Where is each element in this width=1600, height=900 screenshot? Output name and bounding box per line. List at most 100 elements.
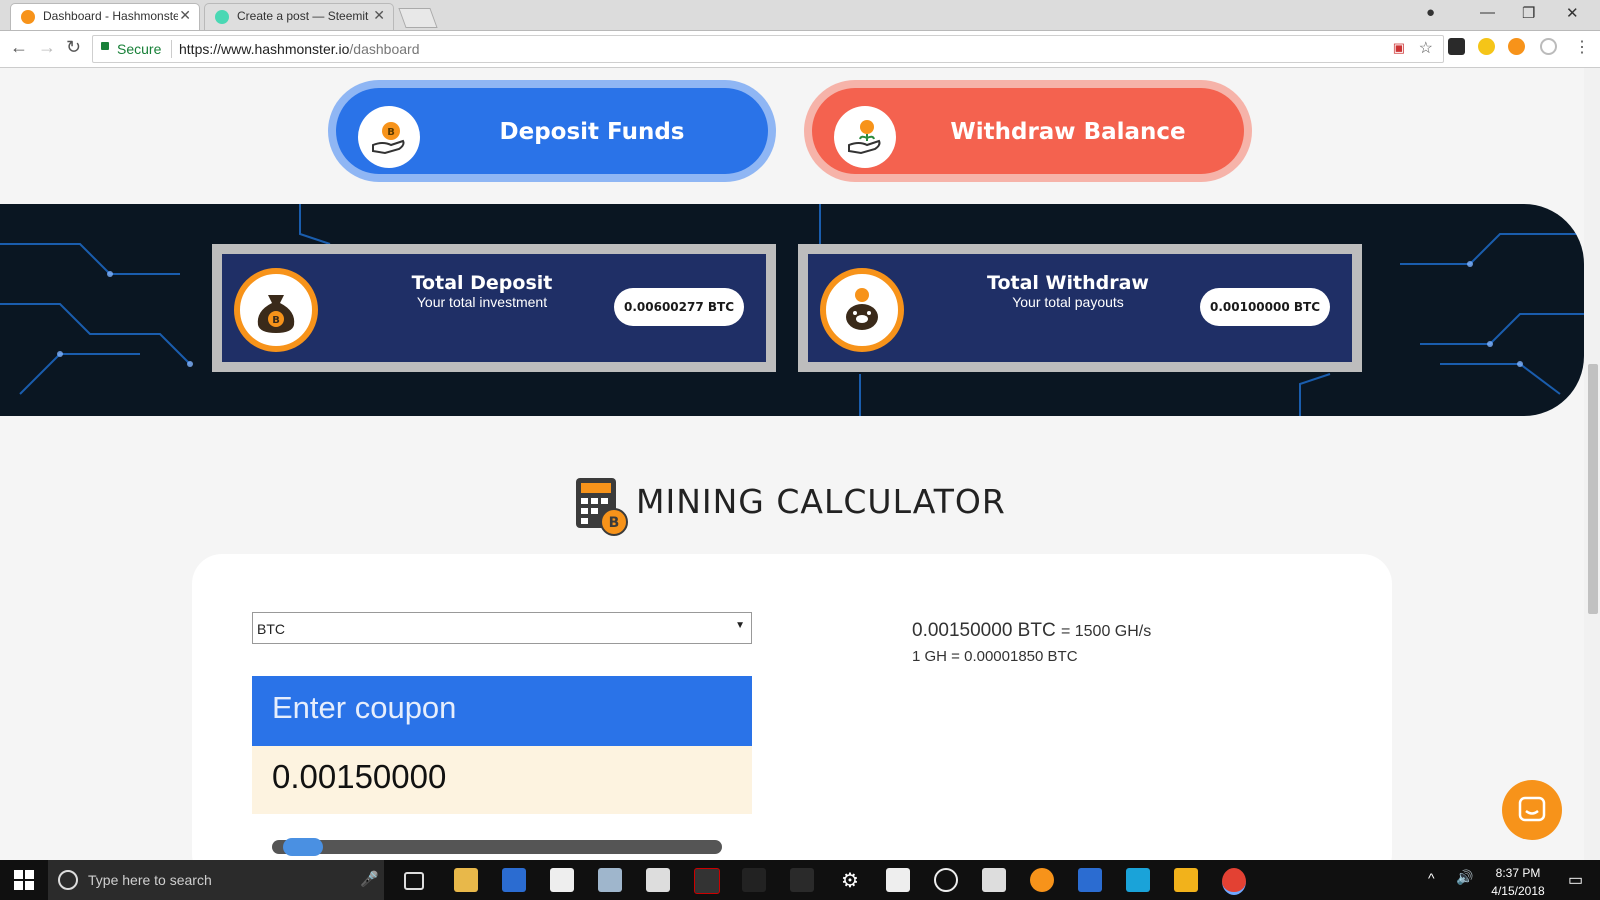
hashpower-slider[interactable] [272,838,722,856]
menu-kebab-icon[interactable]: ⋮ [1574,37,1590,57]
store-icon[interactable] [502,868,526,892]
extension-coin-icon[interactable] [1508,38,1525,55]
new-tab-button[interactable] [398,8,438,28]
calculator-app-icon[interactable] [886,868,910,892]
amount-input[interactable]: 0.00150000 [252,746,752,814]
close-window-icon[interactable]: ✕ [1566,4,1579,22]
url-host: https://www.hashmonster.io [179,41,350,57]
app-hand-icon[interactable] [982,868,1006,892]
slider-handle[interactable] [282,838,323,856]
app-s-icon[interactable] [934,868,958,892]
extension-circle-icon[interactable] [1540,38,1557,55]
card-body: Total Withdraw Your total payouts 0.0010… [808,254,1352,362]
card-subtitle: Your total payouts [1012,294,1124,310]
page-scrollbar[interactable] [1584,68,1600,860]
address-bar[interactable]: Secure https://www.hashmonster.io/dashbo… [92,35,1444,63]
app-stream-icon[interactable] [1174,868,1198,892]
tab-strip: Dashboard - Hashmonster ✕ Create a post … [0,0,1600,31]
chat-launcher-button[interactable] [1502,780,1562,840]
btc-app-icon[interactable] [1126,868,1150,892]
app-photos-icon[interactable] [598,868,622,892]
bookmark-star-icon[interactable]: ☆ [1419,38,1433,58]
windows-taskbar: Type here to search 🎤 ⚙ ^ 🔊 8:37 PM 4/15… [0,860,1600,900]
browser-toolbar: ← → ↻ Secure https://www.hashmonster.io/… [0,31,1600,68]
total-deposit-value: 0.00600277 BTC [614,288,744,326]
withdraw-button-body: Withdraw Balance [812,88,1244,174]
dashboard-page: B Deposit Funds Withdraw Balance B Total… [0,68,1584,860]
minimize-icon[interactable]: — [1480,4,1495,21]
total-withdraw-card: Total Withdraw Your total payouts 0.0010… [798,244,1362,372]
app-dice-icon[interactable] [694,868,720,894]
bitcoin-app-icon[interactable] [1030,868,1054,892]
card-body: B Total Deposit Your total investment 0.… [222,254,766,362]
steemit-favicon-icon [215,10,229,24]
total-deposit-card: B Total Deposit Your total investment 0.… [212,244,776,372]
svg-text:B: B [272,315,280,326]
chrome-icon[interactable] [1222,868,1246,895]
notifications-icon[interactable]: ▭ [1568,870,1583,890]
clock-date: 4/15/2018 [1491,884,1545,898]
settings-gear-icon[interactable]: ⚙ [838,868,862,892]
file-explorer-icon[interactable] [454,868,478,892]
hashmonster-favicon-icon [21,10,35,24]
secure-label: Secure [117,41,162,57]
stats-banner: B Total Deposit Your total investment 0.… [0,204,1584,416]
profile-icon[interactable]: ● [1426,4,1435,21]
chat-icon [1518,796,1546,822]
close-tab-icon[interactable]: ✕ [179,7,191,24]
volume-icon[interactable]: 🔊 [1456,869,1473,886]
deposit-hand-coin-icon: B [358,106,420,168]
close-tab-icon[interactable]: ✕ [373,7,385,24]
show-hidden-icons-icon[interactable]: ^ [1428,870,1435,886]
app-icon[interactable] [646,868,670,892]
piggy-bank-icon [820,268,904,352]
coupon-placeholder: Enter coupon [272,690,457,725]
back-icon[interactable]: ← [10,37,28,58]
task-view-icon[interactable] [404,872,424,890]
blocked-popup-icon[interactable]: ▣ [1393,40,1405,56]
clock[interactable]: 8:37 PM 4/15/2018 [1486,866,1550,898]
withdraw-label: Withdraw Balance [950,119,1186,145]
rate-hashpower: = 1500 GH/s [1060,623,1152,640]
app-plane-icon[interactable] [790,868,814,892]
tab-steemit[interactable]: Create a post — Steemit ✕ [204,3,394,30]
url-path: /dashboard [349,41,420,57]
rate-summary: 0.00150000 BTC = 1500 GH/s [912,620,1151,642]
total-withdraw-value: 0.00100000 BTC [1200,288,1330,326]
search-placeholder: Type here to search [88,872,212,888]
money-bag-icon: B [234,268,318,352]
card-title: Total Deposit [411,272,553,294]
extension-checkbox-icon[interactable] [1448,38,1465,55]
lock-icon [101,42,109,50]
microphone-icon[interactable]: 🎤 [360,870,379,888]
coupon-input[interactable]: Enter coupon [252,676,752,746]
amount-value: 0.00150000 [272,758,447,795]
deposit-button-body: B Deposit Funds [336,88,768,174]
tab-dashboard[interactable]: Dashboard - Hashmonster ✕ [10,3,200,30]
app-window-icon[interactable] [1078,868,1102,892]
app-ldk-icon[interactable] [742,868,766,892]
calculator-panel: BTC ▼ Enter coupon 0.00150000 0.00150000… [192,554,1392,860]
tab-title: Dashboard - Hashmonster [43,9,178,23]
currency-select[interactable]: BTC ▼ [252,612,752,644]
mail-icon[interactable] [550,868,574,892]
card-subtitle: Your total investment [416,294,548,310]
tab-title: Create a post — Steemit [237,9,369,23]
forward-icon[interactable]: → [38,37,56,58]
deposit-label: Deposit Funds [499,119,685,145]
extension-search-icon[interactable] [1478,38,1495,55]
deposit-funds-button[interactable]: B Deposit Funds [328,80,776,182]
taskbar-search[interactable]: Type here to search 🎤 [48,860,384,900]
svg-text:B: B [609,515,620,531]
restore-icon[interactable]: ❐ [1522,4,1535,22]
calculator-title: MINING CALCULATOR [636,482,1006,521]
scrollbar-thumb[interactable] [1588,364,1598,614]
reload-icon[interactable]: ↻ [66,37,81,58]
windows-start-icon[interactable] [14,870,34,890]
cortana-icon [58,870,78,890]
withdraw-balance-button[interactable]: Withdraw Balance [804,80,1252,182]
separator [171,40,172,58]
url-text: https://www.hashmonster.io/dashboard [179,41,419,57]
rate-btc: 0.00150000 BTC [912,620,1056,641]
currency-selected-value: BTC [257,621,285,637]
